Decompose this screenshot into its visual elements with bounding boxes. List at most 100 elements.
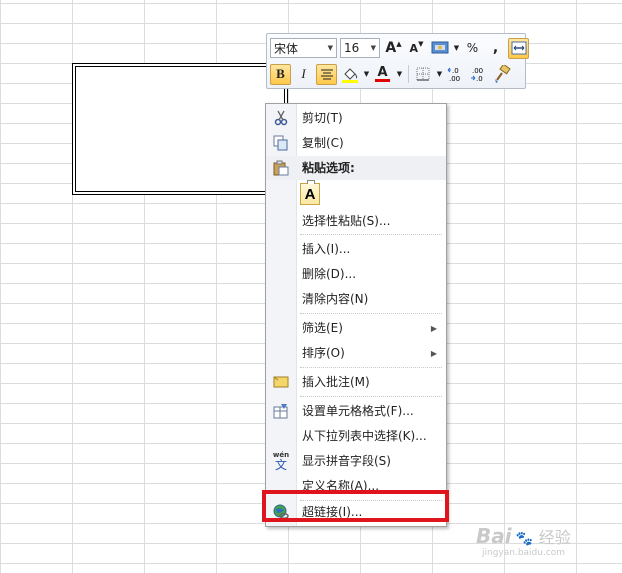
accounting-format-dropdown[interactable]: ▼: [452, 38, 461, 59]
menu-header-paste-options: 粘贴选项:: [266, 156, 446, 180]
merge-center-icon: [511, 41, 526, 55]
increase-decimal-button[interactable]: .0 .00: [445, 64, 466, 85]
menu-separator: [300, 367, 442, 368]
menu-item-label: 插入(I)...: [302, 242, 351, 256]
center-align-button[interactable]: [316, 63, 337, 85]
svg-text:.0: .0: [452, 67, 459, 75]
fill-color-button[interactable]: [339, 64, 360, 85]
menu-item-label: 排序(O): [302, 346, 345, 360]
menu-item-label: 显示拼音字段(S): [302, 454, 391, 468]
menu-item-insert-comment[interactable]: 插入批注(M): [266, 370, 446, 394]
menu-item-label: 清除内容(N): [302, 292, 369, 306]
menu-item-cut[interactable]: 剪切(T): [266, 106, 446, 130]
comment-icon: [272, 373, 290, 391]
font-size-value: 16: [344, 41, 360, 55]
paste-option-button[interactable]: A: [300, 180, 320, 205]
font-color-bar: [375, 79, 390, 82]
hyperlink-highlight-box: [262, 490, 449, 522]
menu-item-label: 筛选(E): [302, 321, 343, 335]
scissors-icon: [272, 109, 290, 127]
decrease-decimal-icon: .00 .0: [470, 67, 483, 82]
font-name-combo[interactable]: 宋体 ▼: [270, 38, 337, 58]
italic-button[interactable]: I: [293, 64, 314, 85]
copy-icon: [272, 134, 290, 152]
fill-color-dropdown[interactable]: ▼: [362, 64, 371, 85]
format-painter-icon: [494, 65, 511, 83]
menu-item-label: 选择性粘贴(S)...: [302, 214, 391, 228]
menu-item-delete[interactable]: 删除(D)...: [266, 262, 446, 286]
bold-button[interactable]: B: [270, 63, 291, 85]
shrink-font-button[interactable]: A ▼: [406, 38, 427, 59]
menu-item-label: 插入批注(M): [302, 375, 370, 389]
chevron-down-icon: ▼: [453, 44, 460, 52]
svg-text:.00: .00: [472, 67, 483, 75]
toolbar-separator: [408, 65, 409, 83]
menu-item-label: 剪切(T): [302, 111, 343, 125]
menu-item-label: 设置单元格格式(F)...: [302, 404, 414, 418]
menu-item-show-phonetic[interactable]: wén 文 显示拼音字段(S): [266, 449, 446, 473]
font-color-icon: A: [377, 65, 388, 80]
menu-item-insert[interactable]: 插入(I)...: [266, 237, 446, 261]
accounting-format-icon: [431, 41, 448, 54]
menu-item-filter[interactable]: 筛选(E) ▶: [266, 316, 446, 340]
bold-icon: B: [276, 66, 285, 81]
menu-separator: [300, 313, 442, 314]
paste-option-label: A: [304, 185, 316, 203]
borders-dropdown[interactable]: ▼: [435, 64, 444, 85]
chevron-down-icon: ▼: [396, 70, 403, 78]
menu-item-copy[interactable]: 复制(C): [266, 131, 446, 155]
menu-item-label: 删除(D)...: [302, 267, 357, 281]
chevron-down-icon: ▼: [436, 70, 443, 78]
baidu-jingyan-watermark: Bai 🐾 经验 jingyan.baidu.com: [476, 524, 571, 558]
comma-style-button[interactable]: ,: [485, 38, 506, 59]
borders-icon: [416, 67, 429, 81]
menu-separator: [300, 396, 442, 397]
comma-icon: ,: [492, 40, 499, 56]
mini-toolbar-row-1: 宋体 ▼ 16 ▼ A ▲ A ▼ ▼ % ,: [270, 36, 531, 60]
borders-button[interactable]: [412, 64, 433, 85]
mini-toolbar-row-2: B I ▼ A ▼ ▼ .0 .00 .00 .0: [270, 62, 514, 86]
menu-item-sort[interactable]: 排序(O) ▶: [266, 341, 446, 365]
format-cells-icon: [272, 402, 290, 420]
paint-bucket-icon: [341, 68, 358, 83]
menu-item-label: 复制(C): [302, 136, 344, 150]
accounting-format-button[interactable]: [429, 38, 450, 59]
menu-header-label: 粘贴选项:: [302, 161, 355, 175]
menu-item-paste-special[interactable]: 选择性粘贴(S)...: [266, 209, 446, 233]
svg-text:.0: .0: [476, 75, 483, 82]
font-name-value: 宋体: [274, 41, 299, 56]
svg-text:.00: .00: [449, 75, 460, 82]
font-color-dropdown[interactable]: ▼: [395, 64, 404, 85]
grow-font-button[interactable]: A ▲: [383, 38, 404, 59]
menu-item-format-cells[interactable]: 设置单元格格式(F)...: [266, 399, 446, 423]
chevron-down-icon: ▼: [363, 70, 370, 78]
shrink-font-icon: A: [409, 41, 419, 55]
increase-decimal-icon: .0 .00: [447, 67, 460, 82]
menu-item-label: 从下拉列表中选择(K)...: [302, 429, 427, 443]
watermark-brand: Bai: [476, 524, 512, 548]
merge-center-button[interactable]: [508, 37, 529, 59]
percent-style-button[interactable]: %: [462, 38, 483, 59]
font-color-button[interactable]: A: [372, 64, 393, 85]
chevron-right-icon: ▶: [430, 323, 437, 333]
context-menu: 剪切(T) 复制(C) 粘贴选项: A 选择性粘贴(S)... 插入(I)...…: [265, 103, 447, 527]
clipboard-icon: [272, 159, 290, 177]
chevron-down-icon: ▼: [327, 44, 333, 52]
selected-merged-cell[interactable]: [72, 63, 288, 195]
chevron-down-icon: ▼: [370, 44, 376, 52]
center-align-icon: [320, 69, 333, 80]
menu-separator: [300, 234, 442, 235]
menu-item-clear-contents[interactable]: 清除内容(N): [266, 287, 446, 311]
paw-icon: 🐾: [515, 531, 533, 547]
italic-icon: I: [301, 66, 306, 81]
percent-icon: %: [466, 41, 479, 55]
watermark-url: jingyan.baidu.com: [482, 548, 566, 558]
phonetic-icon: wén 文: [272, 450, 290, 472]
watermark-word: 经验: [538, 528, 571, 547]
format-painter-button[interactable]: [491, 64, 512, 85]
decrease-decimal-button[interactable]: .00 .0: [468, 64, 489, 85]
mini-toolbar: 宋体 ▼ 16 ▼ A ▲ A ▼ ▼ % , B I ▼ A ▼ ▼ .0 .…: [266, 33, 529, 89]
font-size-combo[interactable]: 16 ▼: [340, 38, 380, 58]
menu-item-pick-from-list[interactable]: 从下拉列表中选择(K)...: [266, 424, 446, 448]
chevron-right-icon: ▶: [430, 348, 437, 358]
